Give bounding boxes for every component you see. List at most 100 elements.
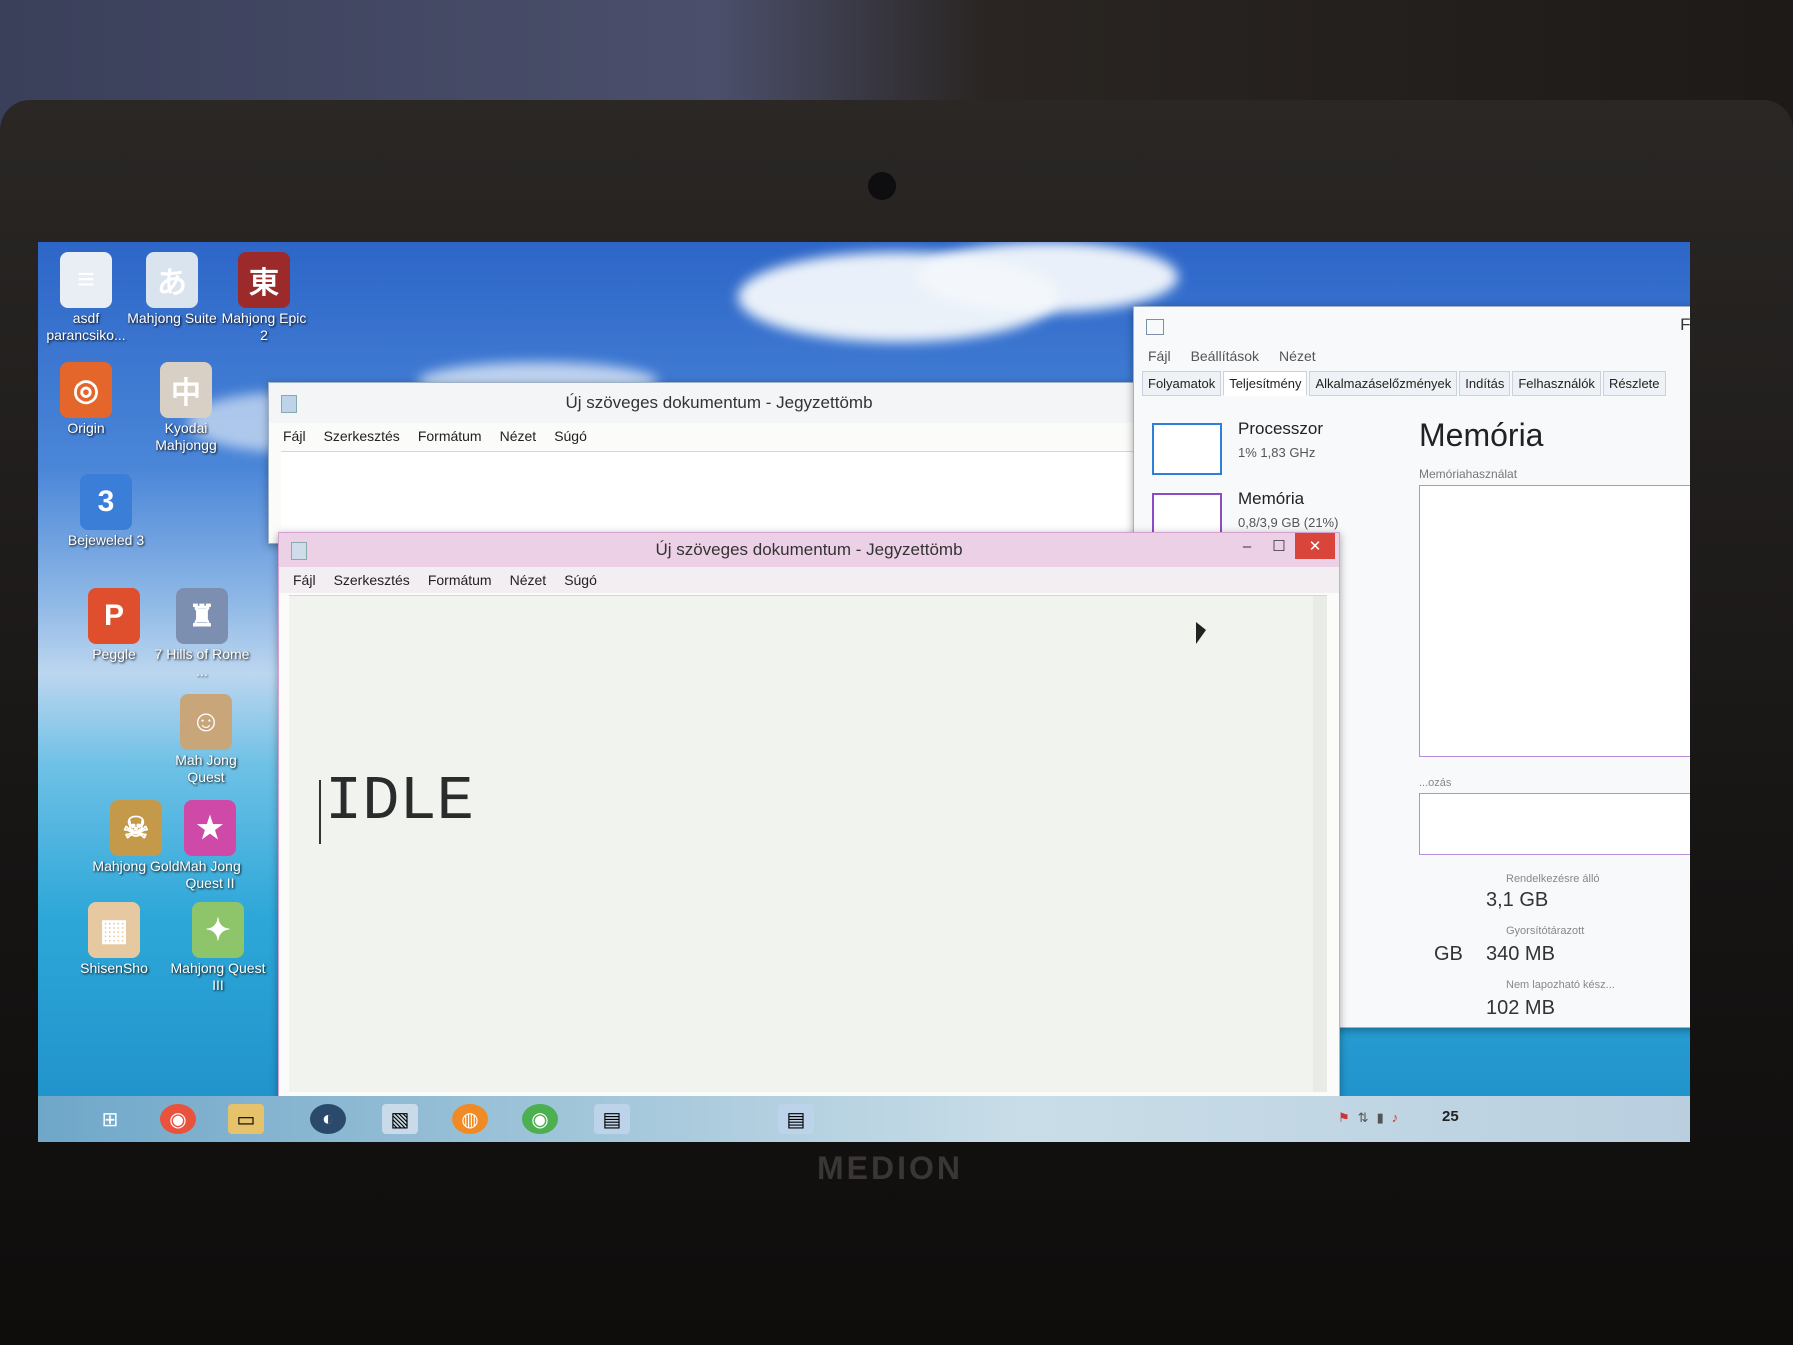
task-manager-menubar: Fájl Beállítások Nézet [1134, 343, 1690, 369]
desktop-icon[interactable]: 3 Bejeweled 3 [58, 474, 154, 549]
volume-icon[interactable]: ♪ [1392, 1110, 1399, 1128]
network-icon[interactable]: ⇅ [1358, 1110, 1369, 1128]
mouse-pointer-icon [1196, 622, 1206, 644]
notepad-content: IDLE [325, 766, 474, 837]
app-icon: 3 [80, 474, 132, 530]
notepad-window-back[interactable]: Új szöveges dokumentum - Jegyzettömb Fáj… [268, 382, 1170, 544]
desktop-icon[interactable]: ☺ Mah Jong Quest [158, 694, 254, 786]
desktop-icon-label: Mahjong Suite [127, 310, 217, 326]
tab-startup[interactable]: Indítás [1459, 371, 1511, 396]
maximize-button[interactable]: ☐ [1263, 533, 1295, 559]
notepad-front-titlebar[interactable]: Új szöveges dokumentum - Jegyzettömb – ☐… [279, 533, 1339, 567]
desktop-icon-label: Mah Jong Quest [175, 752, 237, 785]
memory-usage-graph [1419, 485, 1690, 757]
desktop-icon[interactable]: ◎ Origin [38, 362, 134, 437]
chrome-icon[interactable]: ◉ [160, 1104, 196, 1134]
notepad-icon[interactable]: ▤ [778, 1104, 814, 1134]
app-icon: ✦ [192, 902, 244, 958]
task-manager-tabs: Folyamatok Teljesítmény Alkalmazáselőzmé… [1134, 371, 1690, 396]
menu-view[interactable]: Nézet [500, 428, 537, 444]
notepad-back-title: Új szöveges dokumentum - Jegyzettömb [565, 393, 873, 412]
desktop-icon-label: Mah Jong Quest II [179, 858, 241, 891]
laptop-brand: MEDION [817, 1150, 963, 1186]
desktop-icon[interactable]: あ Mahjong Suite [124, 252, 220, 327]
menu-format[interactable]: Formátum [428, 572, 492, 588]
app-icon: 中 [160, 362, 212, 418]
menu-edit[interactable]: Szerkesztés [324, 428, 400, 444]
windows-logo-icon[interactable]: ⊞ [92, 1104, 128, 1134]
task-manager-title: Fe [1680, 315, 1690, 334]
tab-app-history[interactable]: Alkalmazáselőzmények [1309, 371, 1458, 396]
processor-label[interactable]: Processzor [1238, 419, 1323, 439]
menu-help[interactable]: Súgó [554, 428, 587, 444]
desktop-icon[interactable]: ♜ 7 Hills of Rome ... [154, 588, 250, 680]
notepad-scrollbar[interactable] [1313, 596, 1327, 1092]
desktop-icon-label: Kyodai Mahjongg [155, 420, 217, 453]
memory-label[interactable]: Memória [1238, 489, 1304, 509]
notepad-app-icon [291, 542, 307, 560]
tab-users[interactable]: Felhasználók [1512, 371, 1601, 396]
flag-icon[interactable]: ⚑ [1338, 1110, 1350, 1128]
task-manager-titlebar[interactable]: Fe [1134, 307, 1690, 343]
taskbar-clock[interactable]: 25 [1442, 1108, 1459, 1125]
cached-label: Gyorsítótárazott [1506, 925, 1585, 937]
cached-value: 340 MB [1486, 943, 1555, 965]
app-icon: 東 [238, 252, 290, 308]
taskbar: ⊞ ◉ ▭ ◐ ▧ ◍ ◉ ▤ ▤ ⚑ ⇅ ▮ ♪ 25 [38, 1096, 1690, 1142]
nonpaged-value: 102 MB [1486, 997, 1555, 1019]
memory-value: 0,8/3,9 GB (21%) [1238, 515, 1339, 530]
close-button[interactable]: ✕ [1295, 533, 1335, 559]
desktop-icon-label: Bejeweled 3 [67, 532, 145, 548]
tm-menu-options[interactable]: Beállítások [1191, 348, 1259, 364]
desktop-icon-label: ShisenSho [80, 960, 148, 976]
tm-menu-view[interactable]: Nézet [1279, 348, 1316, 364]
nonpaged-label: Nem lapozható kész... [1506, 979, 1615, 991]
tm-menu-file[interactable]: Fájl [1148, 348, 1171, 364]
notepad-back-titlebar[interactable]: Új szöveges dokumentum - Jegyzettömb [269, 383, 1169, 423]
desktop-icon[interactable]: 中 Kyodai Mahjongg [138, 362, 234, 454]
app-icon: ≡ [60, 252, 112, 308]
battery-icon[interactable]: ▮ [1377, 1110, 1384, 1128]
desktop-icon-label: Mahjong Quest III [170, 960, 266, 993]
desktop-icon[interactable]: ✦ Mahjong Quest III [170, 902, 266, 994]
notepad-front-textarea[interactable]: IDLE [289, 595, 1327, 1092]
processor-graph-thumb[interactable] [1152, 423, 1222, 475]
notepad-app-icon [281, 395, 297, 413]
menu-edit[interactable]: Szerkesztés [334, 572, 410, 588]
menu-file[interactable]: Fájl [293, 572, 316, 588]
memory-composition-label: ...ozás [1419, 777, 1452, 789]
firefox-icon[interactable]: ◍ [452, 1104, 488, 1134]
notepad-front-menubar: Fájl Szerkesztés Formátum Nézet Súgó [279, 567, 1339, 593]
available-label: Rendelkezésre álló [1506, 873, 1600, 885]
desktop-icon[interactable]: 東 Mahjong Epic 2 [216, 252, 312, 344]
desktop-icon[interactable]: ▦ ShisenSho [66, 902, 162, 977]
app-icon: ★ [184, 800, 236, 856]
file-explorer-icon[interactable]: ▭ [228, 1104, 264, 1134]
desktop-icon[interactable]: ≡ asdf parancsiko... [38, 252, 134, 344]
app-icon: P [88, 588, 140, 644]
app-icon: ☺ [180, 694, 232, 750]
memory-composition-bar [1419, 793, 1690, 855]
tab-details[interactable]: Részlete [1602, 371, 1666, 396]
notepad-back-menubar: Fájl Szerkesztés Formátum Nézet Súgó [269, 423, 1169, 449]
tab-performance[interactable]: Teljesítmény [1223, 371, 1308, 396]
notepad-window-front[interactable]: Új szöveges dokumentum - Jegyzettömb – ☐… [278, 532, 1340, 1098]
notepad-icon[interactable]: ▤ [594, 1104, 630, 1134]
desktop-icon[interactable]: P Peggle [66, 588, 162, 663]
notepad-back-textarea[interactable] [281, 451, 1157, 540]
memory-panel-title: Memória [1419, 417, 1544, 453]
desktop-icon-label: 7 Hills of Rome ... [154, 646, 250, 679]
menu-help[interactable]: Súgó [564, 572, 597, 588]
cloud [918, 242, 1178, 312]
task-manager-app-icon [1146, 319, 1164, 335]
desktop-icon[interactable]: ★ Mah Jong Quest II [162, 800, 258, 892]
menu-view[interactable]: Nézet [510, 572, 547, 588]
minimize-button[interactable]: – [1231, 533, 1263, 559]
steam-icon[interactable]: ◐ [310, 1104, 346, 1134]
paint-icon[interactable]: ▧ [382, 1104, 418, 1134]
chrome-icon[interactable]: ◉ [522, 1104, 558, 1134]
desktop-icon-label: asdf parancsiko... [46, 310, 126, 343]
menu-file[interactable]: Fájl [283, 428, 306, 444]
menu-format[interactable]: Formátum [418, 428, 482, 444]
tab-processes[interactable]: Folyamatok [1142, 371, 1222, 396]
